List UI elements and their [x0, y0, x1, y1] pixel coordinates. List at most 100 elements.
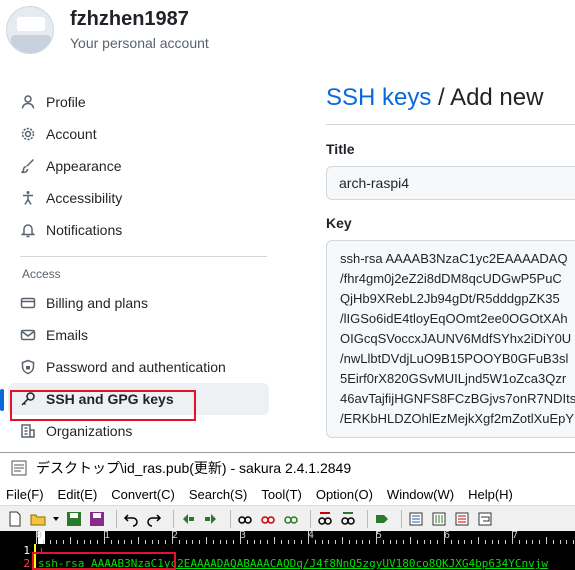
search-prev-icon[interactable] [259, 510, 277, 528]
ruler-tick [36, 531, 37, 544]
sidebar-item-billing[interactable]: Billing and plans [0, 287, 275, 319]
ruler-tick [342, 537, 343, 544]
editor-titlebar[interactable]: デスクトップ\id_ras.pub(更新) - sakura 2.4.1.284… [0, 453, 575, 483]
key-text-line: /fhr4gm0j2eZ2i8dDM8qcUDGwP5PuC [340, 271, 562, 286]
sidebar-item-account[interactable]: Account [0, 118, 275, 150]
credit-card-icon [20, 295, 36, 311]
menu-help[interactable]: Help(H) [468, 487, 513, 502]
shield-lock-icon [20, 359, 36, 375]
sakura-app-icon [10, 459, 28, 477]
username[interactable]: fzhzhen1987 [70, 8, 189, 31]
settings-icon[interactable] [430, 510, 448, 528]
breadcrumb-current: Add new [450, 84, 544, 111]
ruler-tick [512, 531, 513, 544]
sidebar-item-label: Password and authentication [46, 359, 226, 375]
ruler-tick [206, 537, 207, 544]
ruler-ticks: 0 1 2 3 4 5 6 7 [36, 531, 575, 544]
jump-back-icon[interactable] [179, 510, 197, 528]
sidebar-item-label: Accessibility [46, 190, 123, 206]
font-settings-icon[interactable] [453, 510, 471, 528]
title-divider [326, 124, 575, 125]
ruler-tick [104, 531, 105, 544]
ruler-tick [240, 531, 241, 544]
save-as-icon[interactable] [88, 510, 106, 528]
mail-icon [20, 327, 36, 343]
accessibility-icon [20, 190, 36, 206]
jump-forward-icon[interactable] [202, 510, 220, 528]
ruler-tick [172, 531, 173, 544]
redo-icon[interactable] [145, 510, 163, 528]
menu-convert[interactable]: Convert(C) [111, 487, 175, 502]
menu-tool[interactable]: Tool(T) [261, 487, 301, 502]
key-text-line: QjHb9XRebL2Jb94gDt/R5dddgpZK35 [340, 291, 560, 306]
save-icon[interactable] [65, 510, 83, 528]
person-icon [20, 94, 36, 110]
editor-ruler: 0 1 2 3 4 5 6 7 [0, 531, 575, 544]
dropdown-arrow-icon[interactable] [52, 510, 60, 528]
ruler-tick [138, 537, 139, 544]
sidebar-item-ssh-gpg-keys[interactable]: SSH and GPG keys [0, 383, 269, 415]
sidebar-item-label: Billing and plans [46, 295, 148, 311]
gear-icon [20, 126, 36, 142]
sidebar-item-label: Profile [46, 94, 86, 110]
sidebar-item-label: Organizations [46, 423, 133, 439]
toolbar-separator [116, 509, 117, 528]
ruler-tick [70, 537, 71, 544]
editor-window-title: デスクトップ\id_ras.pub(更新) - sakura 2.4.1.284… [36, 460, 352, 476]
sidebar-item-label: Account [46, 126, 97, 142]
search-next-icon[interactable] [282, 510, 300, 528]
bell-icon [20, 222, 36, 238]
line-number: 2 [23, 557, 30, 570]
key-icon [20, 391, 36, 407]
sidebar-item-label: SSH and GPG keys [46, 391, 174, 407]
undo-icon[interactable] [122, 510, 140, 528]
line-text: ssh-rsa AAAAB3NzaC1yc2EAAAADAQABAAACAQDq… [38, 557, 548, 570]
title-input[interactable]: arch-raspi4 [326, 166, 575, 200]
menu-edit[interactable]: Edit(E) [58, 487, 98, 502]
sidebar-item-profile[interactable]: Profile [0, 86, 275, 118]
editor-text-area[interactable]: 1 ↓ 2 ssh-rsa AAAAB3NzaC1yc2EAAAADAQABAA… [0, 544, 575, 570]
ruler-tick [478, 537, 479, 544]
sidebar-item-label: Appearance [46, 158, 122, 174]
menu-search[interactable]: Search(S) [189, 487, 248, 502]
grep-icon[interactable] [339, 510, 357, 528]
sidebar-item-label: Emails [46, 327, 89, 343]
editor-toolbar [0, 505, 575, 531]
ruler-tick [410, 537, 411, 544]
new-file-icon[interactable] [6, 510, 24, 528]
avatar[interactable] [6, 6, 54, 54]
key-textarea[interactable]: ssh-rsa AAAAB3NzaC1yc2EAAAADAQ /fhr4gm0j… [326, 240, 575, 438]
sidebar-item-appearance[interactable]: Appearance [0, 150, 275, 182]
outline-icon[interactable] [407, 510, 425, 528]
toolbar-separator [230, 509, 231, 528]
breadcrumb-ssh-keys-link[interactable]: SSH keys [326, 84, 431, 111]
key-text-line: 5Eirf0rX820GSvMUILjnd5W1oZca3Qzr [340, 371, 567, 386]
ruler-tick [444, 531, 445, 544]
menu-window[interactable]: Window(W) [387, 487, 454, 502]
replace-icon[interactable] [316, 510, 334, 528]
sidebar-section-access: Access [22, 267, 61, 281]
menu-file[interactable]: File(F) [6, 487, 44, 502]
sidebar-item-emails[interactable]: Emails [0, 319, 275, 351]
toolbar-separator [310, 509, 311, 528]
menu-option[interactable]: Option(O) [316, 487, 373, 502]
page-title: SSH keys / Add new [326, 84, 543, 112]
tag-jump-icon[interactable] [373, 510, 391, 528]
open-folder-icon[interactable] [29, 510, 47, 528]
toolbar-separator [367, 509, 368, 528]
key-text-line: OIGcqSVoccxJAUNV6MdfSYhx2iDiY0U [340, 331, 572, 346]
organization-icon [20, 423, 36, 439]
sidebar-item-notifications[interactable]: Notifications [0, 214, 275, 246]
editor-line: 1 ↓ [0, 544, 575, 557]
ruler-tick [546, 537, 547, 544]
breadcrumb-separator: / [431, 84, 451, 111]
wrap-icon[interactable] [476, 510, 494, 528]
ruler-tick [308, 531, 309, 544]
sidebar-item-password[interactable]: Password and authentication [0, 351, 275, 383]
account-subtitle: Your personal account [70, 35, 209, 51]
sidebar-item-organizations[interactable]: Organizations [0, 415, 275, 447]
sidebar-item-label: Notifications [46, 222, 123, 238]
search-icon[interactable] [236, 510, 254, 528]
sidebar-item-accessibility[interactable]: Accessibility [0, 182, 275, 214]
avatar-body-shape [11, 35, 51, 53]
